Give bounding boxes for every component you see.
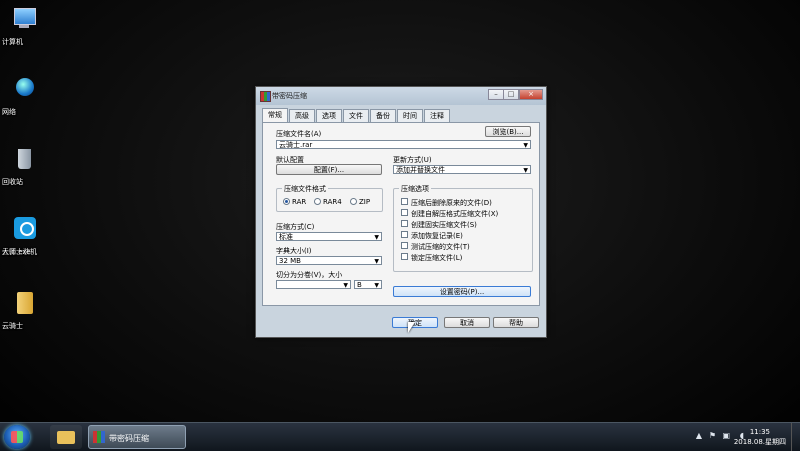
split-unit-select[interactable]: B ▼ bbox=[354, 280, 382, 289]
taskbar-explorer-button[interactable] bbox=[50, 425, 82, 449]
recycle-bin-icon bbox=[9, 146, 39, 174]
dict-label: 字典大小(I) bbox=[276, 247, 312, 255]
tab-comment[interactable]: 注释 bbox=[424, 109, 450, 122]
taskbar-active-app[interactable]: 带密码压缩 bbox=[88, 425, 186, 449]
test-files-checkbox[interactable] bbox=[401, 242, 408, 249]
create-solid-checkbox[interactable] bbox=[401, 220, 408, 227]
chevron-down-icon: ▼ bbox=[374, 234, 379, 241]
recovery-record-checkbox[interactable] bbox=[401, 231, 408, 238]
chevron-down-icon: ▼ bbox=[523, 167, 528, 174]
tab-strip: 常规 高级 选项 文件 备份 时间 注释 bbox=[262, 108, 451, 122]
network-tray-icon[interactable]: ▣ bbox=[722, 431, 730, 440]
format-zip-radio[interactable] bbox=[350, 198, 357, 205]
show-desktop-button[interactable] bbox=[791, 423, 800, 451]
desktop-icon-app[interactable]: 云骑士装机 大师.exe bbox=[2, 216, 46, 256]
tray-expand-icon[interactable]: ▲ bbox=[696, 431, 702, 440]
network-icon bbox=[9, 76, 39, 104]
computer-icon bbox=[9, 6, 39, 34]
window-scrollbar[interactable] bbox=[534, 123, 542, 305]
desktop-icon-folder[interactable]: 云骑士 bbox=[2, 290, 46, 330]
title-bar[interactable]: 带密码压缩 – □ × bbox=[256, 87, 546, 105]
clock-time: 11:35 bbox=[749, 428, 770, 436]
app-icon bbox=[9, 216, 39, 244]
format-rar-radio[interactable] bbox=[283, 198, 290, 205]
archive-name-field[interactable]: 云骑士.rar ▼ bbox=[276, 140, 531, 149]
folder-icon bbox=[57, 431, 75, 444]
lock-archive-checkbox[interactable] bbox=[401, 253, 408, 260]
tab-backup[interactable]: 备份 bbox=[370, 109, 396, 122]
update-mode-select[interactable]: 添加并替换文件 ▼ bbox=[393, 165, 531, 174]
action-center-icon[interactable]: ⚑ bbox=[709, 431, 716, 440]
split-size-field[interactable]: ▼ bbox=[276, 280, 351, 289]
format-rar4-radio[interactable] bbox=[314, 198, 321, 205]
clock[interactable]: 11:35 2018.08.星期四 bbox=[734, 427, 786, 447]
close-button[interactable]: × bbox=[519, 89, 543, 100]
minimize-button[interactable]: – bbox=[488, 89, 504, 100]
archive-dialog: 带密码压缩 – □ × 常规 高级 选项 文件 备份 时间 注释 压缩文件名(A… bbox=[255, 86, 547, 338]
method-select[interactable]: 标准 ▼ bbox=[276, 232, 382, 241]
general-panel: 压缩文件名(A) 浏览(B)... 云骑士.rar ▼ 默认配置 配置(F)..… bbox=[262, 122, 540, 306]
method-label: 压缩方式(C) bbox=[276, 223, 315, 231]
folder-icon bbox=[9, 290, 39, 318]
winrar-icon bbox=[93, 431, 105, 443]
chevron-down-icon: ▼ bbox=[343, 282, 348, 289]
window-title: 带密码压缩 bbox=[272, 92, 307, 100]
taskbar: 带密码压缩 ▲ ⚑ ▣ ◖ 11:35 2018.08.星期四 bbox=[0, 422, 800, 451]
help-button[interactable]: 帮助 bbox=[493, 317, 539, 328]
chevron-down-icon: ▼ bbox=[523, 142, 528, 149]
tab-time[interactable]: 时间 bbox=[397, 109, 423, 122]
clock-date: 2018.08.星期四 bbox=[733, 438, 786, 446]
split-label: 切分为分卷(V)，大小 bbox=[276, 271, 343, 279]
desktop-icon-recycle-bin[interactable]: 回收站 bbox=[2, 146, 46, 186]
set-password-button[interactable]: 设置密码(P)... bbox=[393, 286, 531, 297]
mouse-cursor-icon bbox=[408, 322, 415, 333]
tab-options[interactable]: 选项 bbox=[316, 109, 342, 122]
maximize-button[interactable]: □ bbox=[503, 89, 519, 100]
dict-select[interactable]: 32 MB ▼ bbox=[276, 256, 382, 265]
desktop-icon-network[interactable]: 网络 bbox=[2, 76, 46, 116]
options-group: 压缩选项 压缩后删除原来的文件(D) 创建自解压格式压缩文件(X) 创建固实压缩… bbox=[393, 184, 533, 272]
browse-button[interactable]: 浏览(B)... bbox=[485, 126, 531, 137]
delete-after-checkbox[interactable] bbox=[401, 198, 408, 205]
update-mode-label: 更新方式(U) bbox=[393, 156, 432, 164]
winrar-icon bbox=[260, 91, 271, 102]
create-sfx-checkbox[interactable] bbox=[401, 209, 408, 216]
profiles-button[interactable]: 配置(F)... bbox=[276, 164, 382, 175]
cancel-button[interactable]: 取消 bbox=[444, 317, 490, 328]
format-group: 压缩文件格式 RAR RAR4 ZIP bbox=[276, 184, 383, 212]
tab-advanced[interactable]: 高级 bbox=[289, 109, 315, 122]
chevron-down-icon: ▼ bbox=[374, 258, 379, 265]
tab-files[interactable]: 文件 bbox=[343, 109, 369, 122]
archive-name-label: 压缩文件名(A) bbox=[276, 130, 322, 138]
chevron-down-icon: ▼ bbox=[374, 282, 379, 289]
tab-general[interactable]: 常规 bbox=[262, 108, 288, 122]
windows-logo-icon bbox=[11, 431, 23, 443]
start-button[interactable] bbox=[4, 425, 30, 449]
ok-button[interactable]: 确定 bbox=[392, 317, 438, 328]
desktop-icon-computer[interactable]: 计算机 bbox=[2, 6, 46, 46]
